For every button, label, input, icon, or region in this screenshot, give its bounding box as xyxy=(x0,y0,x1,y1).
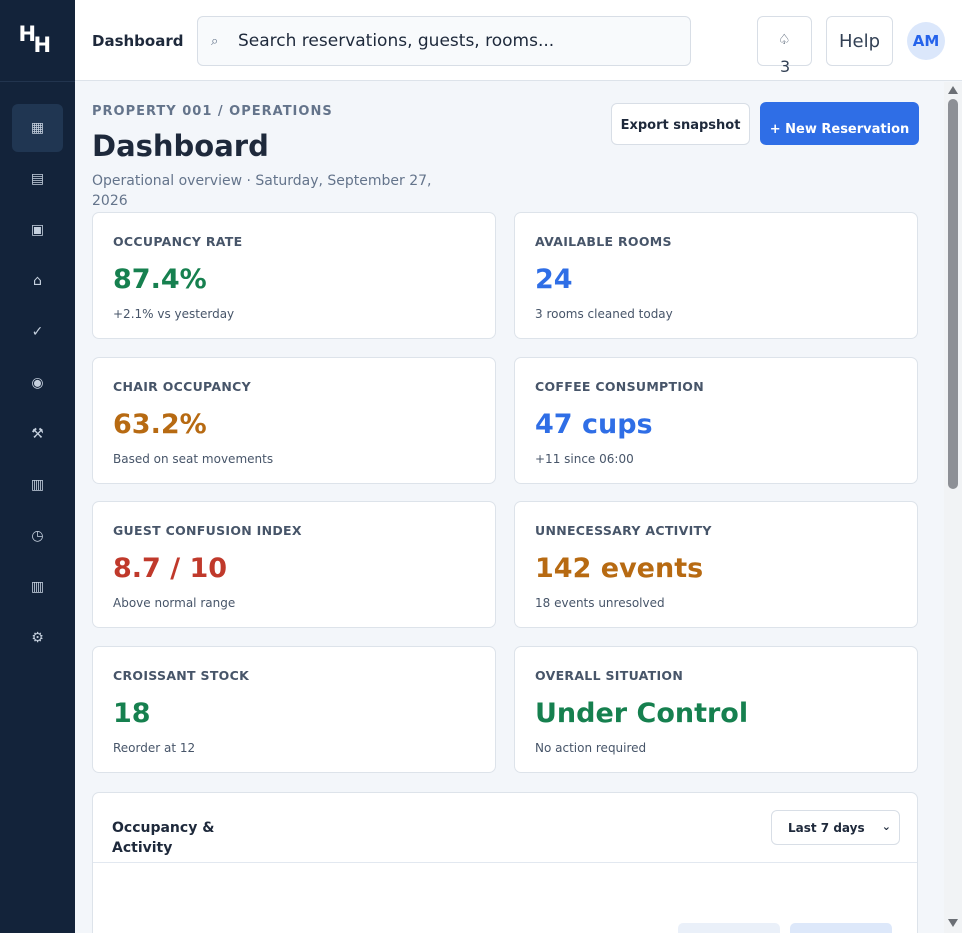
occupancy-activity-panel: Occupancy & Activity Last 7 days ⌄ xyxy=(92,792,918,933)
avatar[interactable]: AM xyxy=(907,22,945,60)
clock-icon: ◷ xyxy=(31,528,44,544)
kpi-card-chair-occupancy: CHAIR OCCUPANCY 63.2% Based on seat move… xyxy=(92,357,496,484)
sidebar-nav: ▦ ▤ ▣ ⌂ ✓ ◉ ⚒ ▥ ◷ ▥ ⚙ xyxy=(0,82,75,662)
bell-icon: ♤ xyxy=(778,32,791,48)
chevron-down-icon: ⌄ xyxy=(881,820,891,833)
notifications-button[interactable]: ♤ 3 xyxy=(757,16,812,76)
kpi-label: AVAILABLE ROOMS xyxy=(535,234,672,249)
kpi-card-overall-situation: OVERALL SITUATION Under Control No actio… xyxy=(514,646,918,773)
billing-icon: ▥ xyxy=(30,579,45,595)
help-button[interactable]: Help xyxy=(826,16,893,66)
search-input[interactable] xyxy=(238,31,678,51)
kpi-label: CHAIR OCCUPANCY xyxy=(113,379,251,394)
kpi-label: UNNECESSARY ACTIVITY xyxy=(535,523,712,538)
kpi-subtext: Based on seat movements xyxy=(113,452,274,466)
sidebar-item-reports[interactable]: ▥ xyxy=(12,461,63,509)
kpi-value: Under Control xyxy=(535,698,749,729)
panel-title: Occupancy & Activity xyxy=(112,820,215,856)
sidebar-item-maintenance[interactable]: ⚒ xyxy=(12,410,63,458)
new-reservation-button[interactable]: + New Reservation xyxy=(760,102,919,145)
dashboard-icon: ▦ xyxy=(30,120,45,136)
kpi-value: 18 xyxy=(113,698,151,729)
logo-letter-2: H xyxy=(33,32,52,57)
kpi-label: GUEST CONFUSION INDEX xyxy=(113,523,302,538)
scroll-up-icon[interactable] xyxy=(948,86,958,94)
sidebar-item-rooms[interactable]: ⌂ xyxy=(12,257,63,305)
topbar-title: Dashboard xyxy=(92,32,184,50)
tools-icon: ⚒ xyxy=(31,426,44,442)
scrollbar[interactable] xyxy=(944,82,962,933)
chart-toggle-button[interactable] xyxy=(790,923,892,933)
sidebar-item-settings[interactable]: ⚙ xyxy=(12,614,63,662)
date-range-value: Last 7 days xyxy=(788,820,865,835)
kpi-subtext: +2.1% vs yesterday xyxy=(113,307,235,321)
kpi-value: 87.4% xyxy=(113,264,207,295)
kpi-subtext: 18 events unresolved xyxy=(535,596,665,610)
logo[interactable]: H H xyxy=(0,0,75,82)
scrollbar-thumb[interactable] xyxy=(948,99,958,489)
reservations-icon: ▤ xyxy=(30,171,45,187)
sidebar-item-billing[interactable]: ▥ xyxy=(12,563,63,611)
panel-divider xyxy=(93,862,917,863)
kpi-label: OCCUPANCY RATE xyxy=(113,234,243,249)
kpi-value: 142 events xyxy=(535,553,704,584)
sidebar-item-calendar[interactable]: ▣ xyxy=(12,206,63,254)
sidebar-item-reservations[interactable]: ▤ xyxy=(12,155,63,203)
kpi-subtext: Above normal range xyxy=(113,596,236,610)
calendar-icon: ▣ xyxy=(30,222,45,238)
search-box[interactable]: ⌕ xyxy=(197,16,691,66)
kpi-label: OVERALL SITUATION xyxy=(535,668,684,683)
page-subtitle: Operational overview · Saturday, Septemb… xyxy=(92,173,432,209)
kpi-card-guest-confusion-index: GUEST CONFUSION INDEX 8.7 / 10 Above nor… xyxy=(92,501,496,628)
kpi-value: 63.2% xyxy=(113,409,207,440)
kpi-label: COFFEE CONSUMPTION xyxy=(535,379,704,394)
kpi-card-coffee-consumption: COFFEE CONSUMPTION 47 cups +11 since 06:… xyxy=(514,357,918,484)
chart-toggle-button[interactable] xyxy=(678,923,780,933)
kpi-subtext: Reorder at 12 xyxy=(113,741,196,755)
kpi-card-unnecessary-activity: UNNECESSARY ACTIVITY 142 events 18 event… xyxy=(514,501,918,628)
sidebar-item-history[interactable]: ◷ xyxy=(12,512,63,560)
check-icon: ✓ xyxy=(31,324,44,340)
sidebar: H H ▦ ▤ ▣ ⌂ ✓ ◉ ⚒ ▥ ◷ ▥ ⚙ xyxy=(0,0,75,933)
search-icon: ⌕ xyxy=(211,33,219,49)
date-range-select[interactable]: Last 7 days ⌄ xyxy=(771,810,900,845)
kpi-card-available-rooms: AVAILABLE ROOMS 24 3 rooms cleaned today xyxy=(514,212,918,339)
kpi-card-croissant-stock: CROISSANT STOCK 18 Reorder at 12 xyxy=(92,646,496,773)
topbar: Dashboard ⌕ ♤ 3 Help AM xyxy=(75,0,962,81)
sidebar-item-tasks[interactable]: ✓ xyxy=(12,308,63,356)
kpi-value: 8.7 / 10 xyxy=(113,553,228,584)
kpi-subtext: No action required xyxy=(535,741,647,755)
kpi-subtext: +11 since 06:00 xyxy=(535,452,634,466)
logo-mark: H H xyxy=(19,23,57,58)
sidebar-item-dashboard[interactable]: ▦ xyxy=(12,104,63,152)
home-icon: ⌂ xyxy=(33,273,42,289)
notification-count: 3 xyxy=(780,57,791,76)
kpi-card-occupancy-rate: OCCUPANCY RATE 87.4% +2.1% vs yesterday xyxy=(92,212,496,339)
page-title: Dashboard xyxy=(92,129,269,163)
settings-icon: ⚙ xyxy=(31,630,44,646)
sidebar-item-guests[interactable]: ◉ xyxy=(12,359,63,407)
scroll-down-icon[interactable] xyxy=(948,919,958,927)
kpi-value: 24 xyxy=(535,264,573,295)
breadcrumb: PROPERTY 001 / OPERATIONS xyxy=(92,104,333,119)
guests-icon: ◉ xyxy=(31,375,44,391)
kpi-subtext: 3 rooms cleaned today xyxy=(535,307,673,321)
export-snapshot-button[interactable]: Export snapshot xyxy=(611,103,750,145)
kpi-value: 47 cups xyxy=(535,409,653,440)
kpi-label: CROISSANT STOCK xyxy=(113,668,250,683)
reports-icon: ▥ xyxy=(30,477,45,493)
